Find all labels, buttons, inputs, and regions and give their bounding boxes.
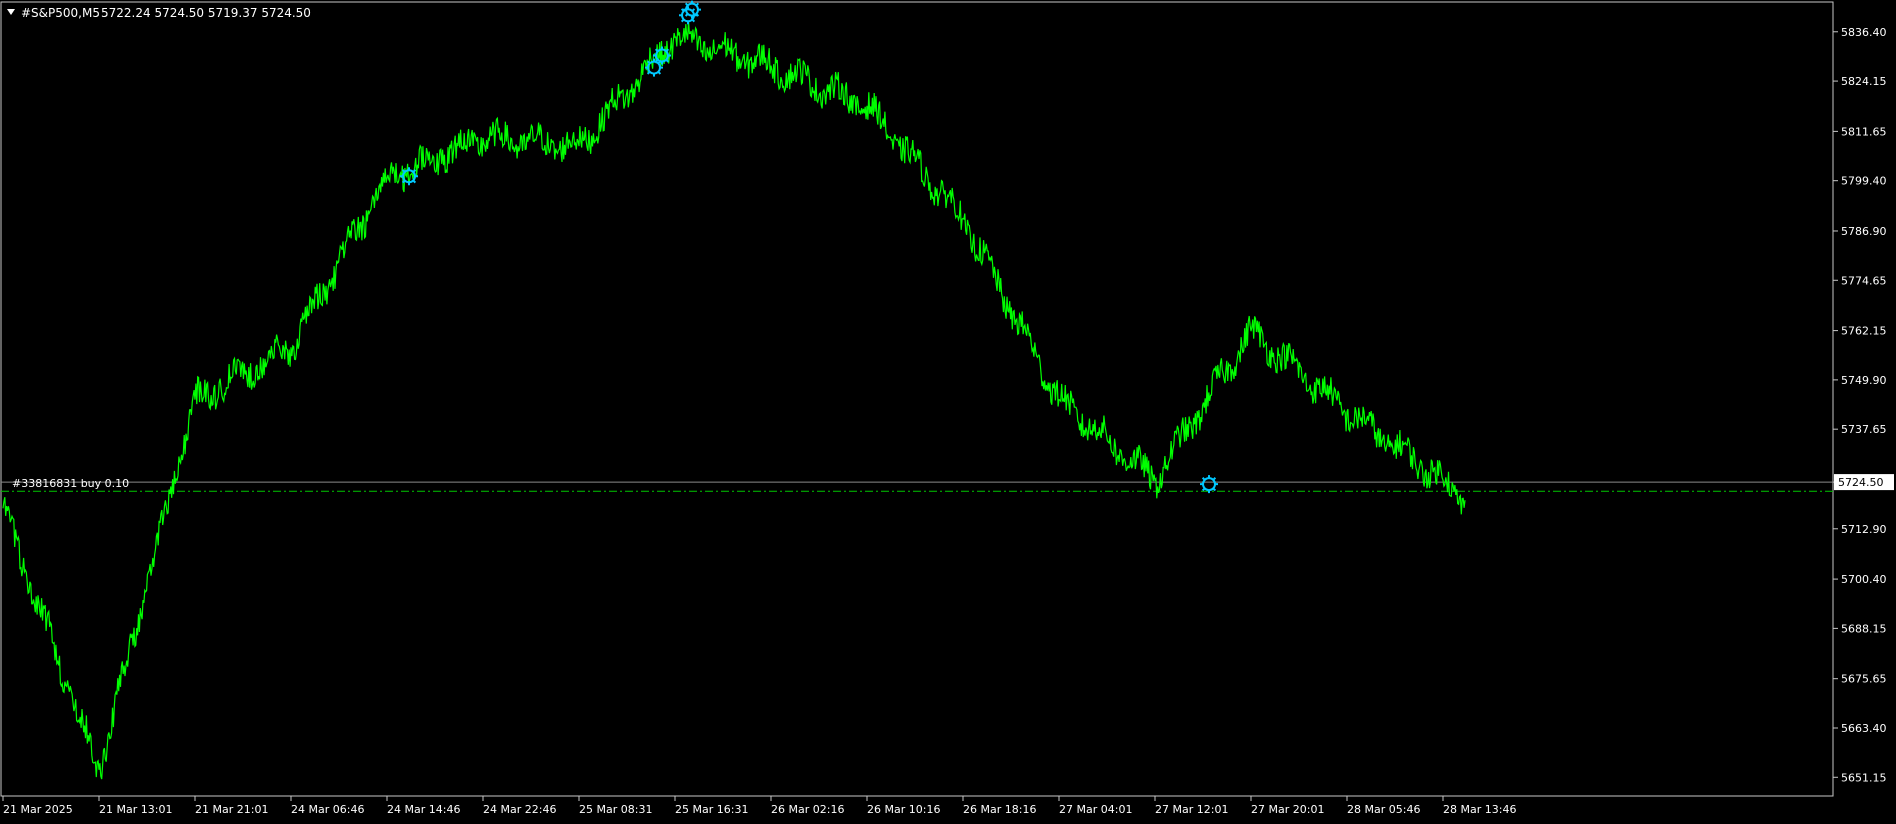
price-tick-label: 5824.15 — [1841, 75, 1887, 88]
price-tick-label: 5688.15 — [1841, 622, 1887, 635]
time-tick-label: 21 Mar 21:01 — [195, 803, 268, 816]
price-tick-label: 5749.90 — [1841, 374, 1887, 387]
time-tick-label: 21 Mar 13:01 — [99, 803, 172, 816]
chart-ohlc: 5722.24 5724.50 5719.37 5724.50 — [101, 6, 311, 20]
time-tick-label: 28 Mar 13:46 — [1443, 803, 1516, 816]
time-tick-label: 26 Mar 18:16 — [963, 803, 1036, 816]
price-tick-label: 5737.65 — [1841, 423, 1887, 436]
price-chart[interactable]: #33816831 buy 0.10 5836.40 5824.15 5811.65… — [0, 0, 1896, 820]
time-tick-label: 25 Mar 16:31 — [675, 803, 748, 816]
price-tick-label: 5786.90 — [1841, 225, 1887, 238]
price-tick-label: 5675.65 — [1841, 673, 1887, 686]
chart-background — [0, 0, 1896, 820]
price-tick-label: 5799.40 — [1841, 175, 1887, 188]
time-tick-label: 28 Mar 05:46 — [1347, 803, 1420, 816]
price-tick-label: 5836.40 — [1841, 26, 1887, 39]
current-price-label: 5724.50 — [1838, 476, 1884, 489]
chart-symbol: #S&P500,M5 — [21, 6, 100, 20]
time-tick-label: 26 Mar 10:16 — [867, 803, 940, 816]
time-tick-label: 27 Mar 20:01 — [1251, 803, 1324, 816]
time-tick-label: 27 Mar 12:01 — [1155, 803, 1228, 816]
price-tick-label: 5811.65 — [1841, 125, 1887, 138]
time-tick-label: 25 Mar 08:31 — [579, 803, 652, 816]
time-tick-label: 21 Mar 2025 — [3, 803, 73, 816]
price-tick-label: 5663.40 — [1841, 722, 1887, 735]
time-tick-label: 26 Mar 02:16 — [771, 803, 844, 816]
price-tick-label: 5700.40 — [1841, 573, 1887, 586]
price-tick-label: 5712.90 — [1841, 523, 1887, 536]
price-tick-label: 5762.15 — [1841, 325, 1887, 338]
order-line-label: #33816831 buy 0.10 — [12, 477, 129, 490]
price-tick-label: 5651.15 — [1841, 771, 1887, 784]
time-tick-label: 24 Mar 06:46 — [291, 803, 364, 816]
time-tick-label: 24 Mar 22:46 — [483, 803, 556, 816]
time-tick-label: 27 Mar 04:01 — [1059, 803, 1132, 816]
time-tick-label: 24 Mar 14:46 — [387, 803, 460, 816]
price-tick-label: 5774.65 — [1841, 274, 1887, 287]
chart-window[interactable]: #33816831 buy 0.10 5836.40 5824.15 5811.65… — [0, 0, 1896, 820]
